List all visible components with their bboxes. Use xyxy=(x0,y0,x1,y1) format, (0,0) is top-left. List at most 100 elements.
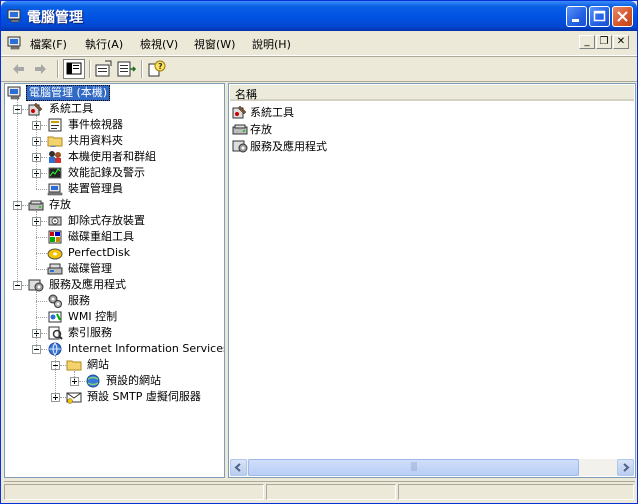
iis-icon xyxy=(48,342,62,356)
wmi-icon xyxy=(48,311,62,323)
tree-item[interactable]: 磁碟重組工具 xyxy=(47,229,136,245)
tree-item[interactable]: 電腦管理 (本機) xyxy=(7,85,111,101)
tree-item-label: 本機使用者和群組 xyxy=(68,150,156,163)
list-item[interactable]: 服務及應用程式 xyxy=(232,138,327,154)
computer-icon xyxy=(7,86,21,100)
computer-management-window: 電腦管理 檔案(F) 執行(A) 檢視(V) 視窗(W) 說明(H) _ ❐ ✕ xyxy=(0,0,638,504)
tree-item-label: 卸除式存放裝置 xyxy=(68,214,145,227)
show-hide-console-tree-button[interactable] xyxy=(63,59,85,79)
tree-item[interactable]: 磁碟管理 xyxy=(47,261,114,277)
menu-action[interactable]: 執行(A) xyxy=(85,36,123,52)
list-item[interactable]: 系統工具 xyxy=(232,104,294,120)
tree-item[interactable]: 服務 xyxy=(47,293,92,309)
maximize-icon xyxy=(593,10,606,22)
indexing-icon xyxy=(48,326,63,340)
scroll-grip: ||| xyxy=(410,462,417,472)
computer-icon[interactable] xyxy=(7,35,23,51)
tree-item[interactable]: 效能記錄及警示 xyxy=(47,165,147,181)
tree-item-label: 裝置管理員 xyxy=(68,182,123,195)
tree-item-label: 服務及應用程式 xyxy=(49,278,126,291)
console-tree-pane: 電腦管理 (本機) 系統工具事件檢視器共用資料夾本機使用者和群組 效能記錄及警示 裝置… xyxy=(4,83,225,478)
minimize-button[interactable] xyxy=(566,6,587,27)
maximize-button[interactable] xyxy=(589,6,610,27)
details-pane: 名稱 系統工具存放服務及應用程式 ||| xyxy=(228,83,636,478)
tree-item-label: 共用資料夾 xyxy=(68,134,123,147)
status-cell-3 xyxy=(398,484,634,500)
tree-item-label: Internet Information Services xyxy=(68,342,225,355)
tree-item[interactable]: 事件檢視器 xyxy=(47,117,125,133)
status-bar xyxy=(4,481,635,501)
scroll-thumb[interactable]: ||| xyxy=(248,459,579,476)
minimize-icon xyxy=(572,19,579,22)
list-item-label: 存放 xyxy=(250,123,272,136)
tree-item[interactable]: 系統工具 xyxy=(28,101,95,117)
tree-item-label: 預設 SMTP 虛擬伺服器 xyxy=(87,390,201,403)
svg-text:?: ? xyxy=(158,62,163,71)
properties-icon[interactable] xyxy=(93,59,115,79)
tree-item-label: 系統工具 xyxy=(49,102,93,115)
close-button[interactable] xyxy=(612,6,633,27)
forward-arrow-icon[interactable] xyxy=(30,59,52,79)
services-icon xyxy=(48,294,62,308)
tree-item[interactable]: 網站 xyxy=(66,357,111,373)
event-viewer-icon xyxy=(48,118,62,132)
tree-item-label: 網站 xyxy=(87,358,109,371)
tree-item[interactable]: 共用資料夾 xyxy=(47,133,125,149)
mdi-minimize-button[interactable]: _ xyxy=(579,35,595,49)
console-tree-icon xyxy=(66,62,82,75)
list-item[interactable]: 存放 xyxy=(232,121,272,137)
list-item-label: 服務及應用程式 xyxy=(250,140,327,153)
chevron-left-icon xyxy=(234,463,241,472)
tree-item[interactable]: Internet Information Services xyxy=(47,341,225,357)
back-arrow-icon[interactable] xyxy=(7,59,29,79)
tree-item[interactable]: WMI 控制 xyxy=(47,309,119,325)
tree-item[interactable]: 本機使用者和群組 xyxy=(47,149,158,165)
column-header-name[interactable]: 名稱 xyxy=(230,85,634,101)
tree-item-label: WMI 控制 xyxy=(68,310,118,323)
menu-file[interactable]: 檔案(F) xyxy=(30,36,67,52)
tree-item-label: 磁碟管理 xyxy=(68,262,112,275)
menu-view[interactable]: 檢視(V) xyxy=(140,36,178,52)
tree-item-label: 索引服務 xyxy=(68,326,112,339)
tree-item[interactable]: PerfectDisk xyxy=(47,245,132,261)
device-manager-icon xyxy=(47,183,63,196)
shared-folder-icon xyxy=(47,136,63,147)
title-bar[interactable]: 電腦管理 xyxy=(1,1,637,31)
window-title: 電腦管理 xyxy=(27,10,83,26)
mdi-restore-button[interactable]: ❐ xyxy=(596,35,612,49)
tree-item[interactable]: 存放 xyxy=(28,197,73,213)
system-tools-icon xyxy=(232,105,247,119)
tree-item[interactable]: 裝置管理員 xyxy=(47,181,125,197)
storage-icon xyxy=(232,124,248,135)
mdi-close-button[interactable]: ✕ xyxy=(613,35,629,49)
tree-item[interactable]: 卸除式存放裝置 xyxy=(47,213,147,229)
tree-item[interactable]: 索引服務 xyxy=(47,325,114,341)
tree-item-label: 預設的網站 xyxy=(106,374,161,387)
services-apps-icon xyxy=(28,279,44,292)
storage-icon xyxy=(28,200,44,211)
column-header-label: 名稱 xyxy=(235,88,257,101)
tree-item[interactable]: 預設的網站 xyxy=(85,373,163,389)
tree-item-label: 事件檢視器 xyxy=(68,118,123,131)
tree-item-label: 存放 xyxy=(49,198,71,211)
scroll-right-button[interactable] xyxy=(617,459,634,476)
tree-item-label: 磁碟重組工具 xyxy=(68,230,134,243)
perfectdisk-icon xyxy=(47,248,63,260)
website-icon xyxy=(86,374,100,388)
users-icon xyxy=(49,151,61,163)
tree-item-label: 效能記錄及警示 xyxy=(68,166,145,179)
export-list-icon[interactable] xyxy=(116,59,138,79)
help-icon[interactable]: ? xyxy=(146,59,168,79)
horizontal-scrollbar[interactable]: ||| xyxy=(230,459,634,476)
removable-storage-icon xyxy=(48,216,62,226)
menu-window[interactable]: 視窗(W) xyxy=(194,36,235,52)
tree-item-label: 服務 xyxy=(68,294,90,307)
tree-item[interactable]: 預設 SMTP 虛擬伺服器 xyxy=(66,389,203,405)
smtp-icon xyxy=(66,392,82,404)
menu-help[interactable]: 說明(H) xyxy=(252,36,291,52)
status-cell-1 xyxy=(4,484,264,500)
services-apps-icon xyxy=(232,140,248,153)
tree-item[interactable]: 服務及應用程式 xyxy=(28,277,128,293)
scroll-left-button[interactable] xyxy=(230,459,247,476)
defrag-icon xyxy=(48,230,62,244)
